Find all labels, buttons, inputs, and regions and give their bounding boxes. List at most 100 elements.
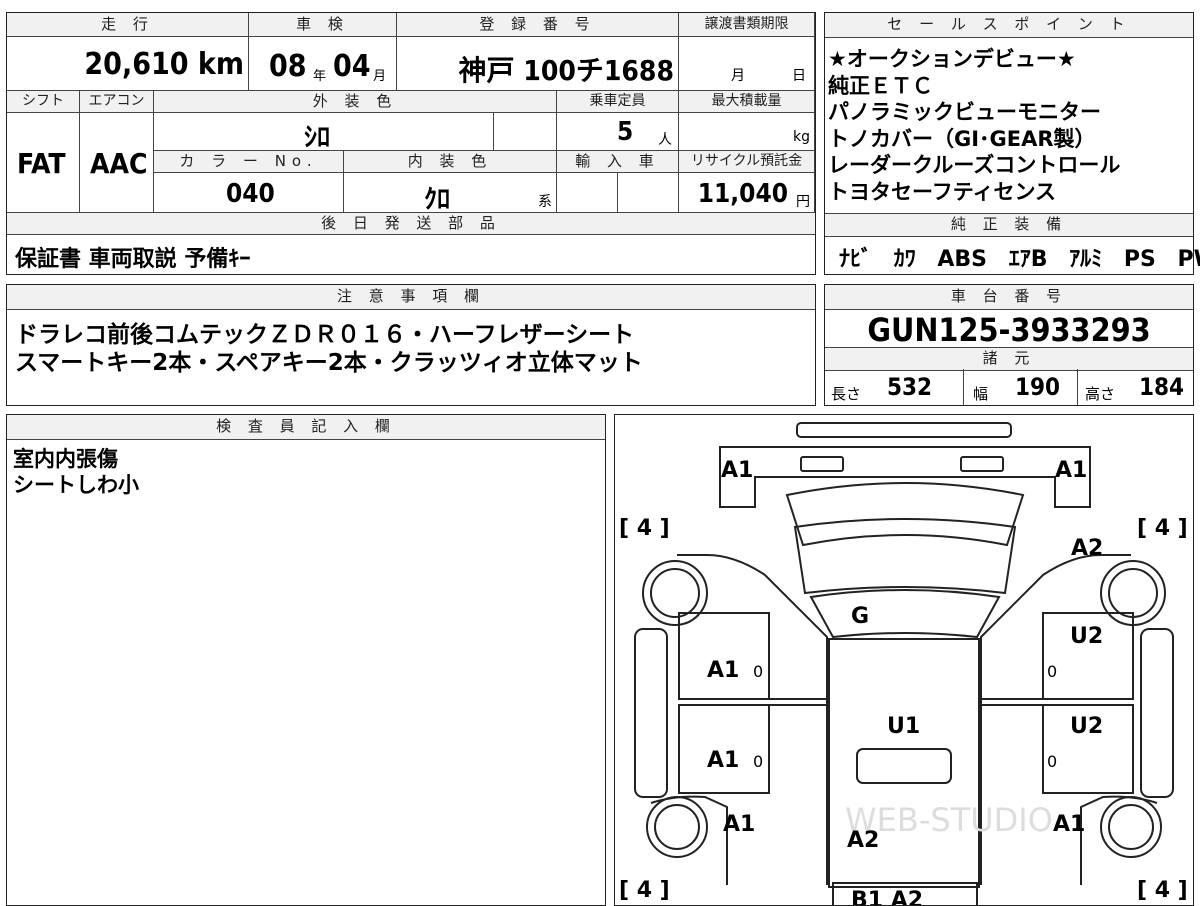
equipment-header: 純 正 装 備: [825, 213, 1193, 237]
vehicle-info-table: 走 行 車 検 登 録 番 号 譲渡書類期限 20,610 km 08 年 04…: [6, 12, 816, 275]
recycle-fee-cell: 11,040 円: [679, 173, 815, 213]
notes-header: 注 意 事 項 欄: [7, 285, 815, 310]
mark-zero-1: 0: [753, 662, 763, 681]
mark-zero-2: 0: [1047, 662, 1057, 681]
color-no-header: カ ラ ー No.: [154, 151, 344, 173]
inspection-cell: 08 年 04 月: [249, 37, 397, 91]
sales-point-item: トヨタセーフティセンス: [828, 179, 1057, 204]
mark-zero-3: 0: [753, 752, 763, 771]
spec-length: 長さ 532: [825, 369, 964, 405]
exterior-color-cell: ｼﾛ: [154, 113, 494, 153]
door-front-left: [678, 612, 770, 700]
sales-point-item: トノカバー（GI･GEAR製）: [828, 126, 1096, 151]
sales-point-item: ★オークションデビュー★: [828, 47, 1076, 71]
mark-roof: U1: [887, 714, 920, 739]
capacity-cell: 5 人: [557, 113, 679, 151]
recycle-fee-unit: 円: [796, 194, 810, 210]
transfer-month-unit: 月: [731, 68, 745, 84]
color-no-value: 040: [226, 179, 275, 209]
mark-door-fr: U2: [1070, 624, 1103, 649]
sales-point-item: パノラミックビューモニター: [828, 100, 1101, 124]
spec-width-value: 190: [1015, 373, 1061, 401]
inspection-header: 車 検: [249, 13, 397, 37]
mileage-value: 20,610 km: [84, 47, 244, 82]
spec-width-label: 幅: [973, 385, 989, 403]
import-header: 輸 入 車: [557, 151, 679, 173]
sales-point-item: 純正ＥＴＣ: [828, 73, 933, 98]
car-diagram-panel: WEB-STUDIO A1 A1 A2 [ 4 ] [ 4 ] G A1 U2 …: [614, 414, 1194, 906]
spec-height: 高さ 184: [1077, 369, 1193, 405]
equipment-abs: ABS: [937, 247, 988, 272]
transfer-day-unit: 日: [792, 68, 806, 84]
notes-line-2: スマートキー2本・スペアキー2本・クラッツィオ立体マット: [15, 350, 643, 376]
chassis-panel: 車 台 番 号 GUN125-3933293 諸 元 長さ 532 幅 190 …: [824, 284, 1194, 406]
mileage-header: 走 行: [7, 13, 249, 37]
recycle-fee-header: リサイクル預託金: [679, 151, 815, 173]
mark-rear-right: A1: [1053, 812, 1085, 837]
spec-height-label: 高さ: [1085, 385, 1116, 403]
max-load-header: 最大積載量: [679, 91, 815, 113]
inspector-line-2: シートしわ小: [13, 473, 139, 497]
capacity-header: 乗車定員: [557, 91, 679, 113]
max-load-cell: kg: [679, 113, 815, 151]
mark-door-rr: U2: [1070, 714, 1103, 739]
equipment-ps: PS: [1123, 247, 1156, 272]
shift-value: FAT: [17, 147, 66, 180]
equipment-navi: ﾅﾋﾞ: [839, 247, 873, 272]
right-skirt: [1140, 628, 1174, 798]
interior-color-unit: 系: [538, 194, 552, 210]
mark-zero-4: 0: [1047, 752, 1057, 771]
specs-header: 諸 元: [825, 347, 1193, 371]
aircon-header: エアコン: [80, 91, 154, 113]
windshield-lower: [809, 589, 1001, 639]
mark-door-fl: A1: [707, 658, 739, 683]
inspection-year-unit: 年: [313, 69, 327, 84]
mark-tire-rr: [ 4 ]: [1137, 878, 1188, 903]
mark-rear-left: A1: [723, 812, 755, 837]
aircon-value: AAC: [90, 147, 148, 180]
exterior-color-extra-cell: [494, 113, 557, 151]
inspection-year: 08: [269, 49, 307, 84]
inspector-header: 検 査 員 記 入 欄: [7, 415, 605, 440]
front-bumper: [719, 446, 1091, 508]
shift-cell: FAT: [7, 113, 80, 213]
inspection-month: 04: [333, 49, 371, 84]
exterior-color-header: 外 装 色: [154, 91, 557, 113]
exterior-color-value: ｼﾛ: [304, 123, 331, 153]
mark-front-left: A1: [721, 458, 753, 483]
front-light-right: [960, 456, 1004, 472]
wheel-front-left: [642, 560, 708, 626]
spec-height-value: 184: [1139, 373, 1185, 401]
mark-bottom-center: B1 A2: [851, 888, 923, 905]
max-load-unit: kg: [793, 129, 810, 145]
capacity-unit: 人: [658, 132, 672, 148]
color-no-cell: 040: [154, 173, 344, 213]
chassis-header: 車 台 番 号: [825, 285, 1193, 310]
spec-length-value: 532: [887, 373, 933, 401]
equipment-alloy: ｱﾙﾐ: [1069, 247, 1103, 272]
sales-points-list: ★オークションデビュー★ 純正ＥＴＣ パノラミックビューモニター トノカバー（G…: [828, 46, 1120, 205]
mark-rear-center: A2: [847, 828, 879, 853]
hood-outline: [785, 482, 1025, 547]
mark-windshield: G: [851, 604, 869, 629]
registration-cell: 神戸 100チ1688: [397, 37, 679, 91]
transfer-deadline-header: 譲渡書類期限: [679, 13, 815, 37]
interior-color-cell: ｸﾛ 系: [344, 173, 557, 215]
later-parts-header: 後 日 発 送 部 品: [7, 213, 815, 235]
import-cell-a: [557, 173, 618, 213]
sales-points-header: セ ー ル ス ポ イ ン ト: [825, 13, 1193, 38]
transfer-deadline-cell: 月 日: [679, 37, 815, 91]
mark-fender-right: A2: [1071, 536, 1103, 561]
sales-points-panel: セ ー ル ス ポ イ ン ト ★オークションデビュー★ 純正ＥＴＣ パノラミッ…: [824, 12, 1200, 275]
mileage-cell: 20,610 km: [7, 37, 249, 91]
front-bumper-strip: [796, 422, 1012, 438]
mark-tire-fl: [ 4 ]: [619, 516, 670, 541]
sunroof: [856, 748, 952, 784]
inspection-month-unit: 月: [373, 69, 387, 84]
mark-tire-fr: [ 4 ]: [1137, 516, 1188, 541]
windshield: [793, 518, 1017, 595]
import-cell-b: [618, 173, 679, 213]
spec-width: 幅 190: [963, 369, 1078, 405]
shift-header: シフト: [7, 91, 80, 113]
front-light-left: [800, 456, 844, 472]
